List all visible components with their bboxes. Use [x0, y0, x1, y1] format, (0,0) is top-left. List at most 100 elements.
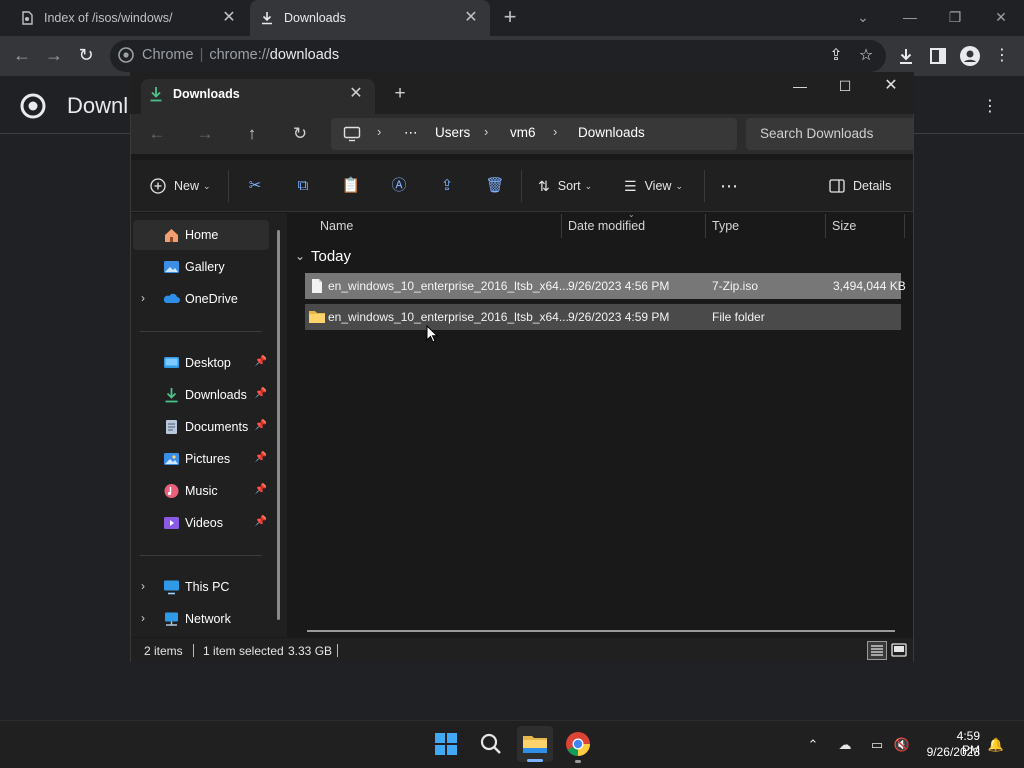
nav-item-this-pc[interactable]: › This PC: [133, 572, 269, 602]
restore-icon[interactable]: ❐: [940, 4, 970, 30]
column-header-type[interactable]: Type: [712, 219, 739, 233]
more-actions-icon[interactable]: ⋮: [980, 96, 1000, 116]
nav-item-downloads[interactable]: Downloads 📌: [133, 380, 269, 410]
share-icon[interactable]: ⇪: [824, 44, 848, 68]
group-header[interactable]: Today: [311, 248, 351, 265]
explorer-tab-label: Downloads: [173, 87, 240, 101]
new-tab-button[interactable]: +: [390, 84, 410, 104]
nav-item-onedrive[interactable]: › OneDrive: [133, 284, 269, 314]
close-icon[interactable]: ✕: [462, 9, 480, 27]
start-button[interactable]: [428, 726, 464, 762]
folder-icon: [308, 309, 326, 324]
nav-item-videos[interactable]: Videos 📌: [133, 508, 269, 538]
horizontal-scrollbar[interactable]: [307, 630, 895, 632]
this-pc-icon[interactable]: [343, 126, 361, 142]
details-view-button[interactable]: [867, 641, 887, 660]
nav-item-music[interactable]: Music 📌: [133, 476, 269, 506]
copy-icon[interactable]: ⧉: [292, 175, 314, 197]
chevron-down-icon: ⌄: [203, 180, 211, 191]
nav-item-home[interactable]: Home: [133, 220, 269, 250]
chevron-right-icon[interactable]: ›: [553, 124, 557, 139]
up-icon[interactable]: ↑: [240, 122, 264, 146]
column-divider[interactable]: [904, 214, 905, 238]
chevron-up-icon[interactable]: ⌃: [804, 736, 822, 754]
nav-pane-scrollbar[interactable]: [277, 230, 280, 620]
new-tab-button[interactable]: +: [498, 6, 522, 30]
nav-label: Music: [185, 484, 218, 498]
share-icon[interactable]: ⇪: [436, 175, 458, 197]
cut-icon[interactable]: ✂: [244, 175, 266, 197]
minimize-icon[interactable]: —: [895, 4, 925, 30]
chevron-right-icon[interactable]: ›: [484, 124, 488, 139]
close-icon[interactable]: ✕: [220, 9, 238, 27]
file-icon: [311, 278, 323, 294]
nav-item-desktop[interactable]: Desktop 📌: [133, 348, 269, 378]
column-divider[interactable]: [561, 214, 562, 238]
videos-icon: [163, 515, 180, 531]
large-icons-view-button[interactable]: [889, 641, 909, 660]
forward-icon[interactable]: →: [42, 43, 66, 67]
chevron-right-icon[interactable]: ›: [141, 611, 145, 625]
column-divider[interactable]: [705, 214, 706, 238]
column-divider[interactable]: [825, 214, 826, 238]
back-icon[interactable]: ←: [10, 43, 34, 67]
close-icon[interactable]: ✕: [986, 4, 1016, 30]
taskbar-file-explorer[interactable]: [517, 726, 553, 762]
notification-bell-icon[interactable]: 🔔: [987, 736, 1005, 754]
chevron-right-icon[interactable]: ›: [141, 579, 145, 593]
taskbar-chrome[interactable]: [560, 726, 596, 762]
column-header-size[interactable]: Size: [832, 219, 856, 233]
nav-item-gallery[interactable]: Gallery: [133, 252, 269, 282]
nav-item-network[interactable]: › Network: [133, 604, 269, 634]
chevron-down-icon[interactable]: ⌄: [295, 249, 305, 263]
new-button[interactable]: New ⌄: [150, 175, 211, 197]
more-breadcrumbs-icon[interactable]: ⋯: [404, 125, 418, 141]
this-pc-icon: [163, 579, 180, 595]
view-button[interactable]: ☰ View ⌄: [624, 175, 683, 197]
menu-kebab-icon[interactable]: ⋮: [990, 44, 1014, 68]
column-header-date[interactable]: Date modified: [568, 219, 645, 233]
delete-icon[interactable]: 🗑: [484, 175, 506, 197]
tab-search-icon[interactable]: ⌄: [848, 4, 878, 30]
breadcrumb-vm6[interactable]: vm6: [510, 125, 536, 140]
details-button[interactable]: Details: [829, 175, 891, 197]
nav-label: This PC: [185, 580, 230, 594]
reload-icon[interactable]: ↻: [74, 43, 98, 67]
file-row[interactable]: en_windows_10_enterprise_2016_ltsb_x64..…: [305, 273, 906, 299]
pictures-icon: [163, 451, 180, 467]
chrome-tab-index[interactable]: Index of /isos/windows/ ✕: [12, 0, 248, 36]
column-header-name[interactable]: Name: [320, 219, 353, 233]
chevron-right-icon[interactable]: ›: [141, 291, 145, 305]
breadcrumb-users[interactable]: Users: [435, 125, 470, 140]
rename-icon[interactable]: Ⓐ: [388, 175, 410, 197]
search-icon[interactable]: [473, 726, 509, 762]
paste-icon[interactable]: 📋: [340, 175, 362, 197]
file-row[interactable]: en_windows_10_enterprise_2016_ltsb_x64..…: [305, 304, 901, 330]
maximize-icon[interactable]: ☐: [830, 76, 860, 96]
nav-item-pictures[interactable]: Pictures 📌: [133, 444, 269, 474]
close-icon[interactable]: ✕: [346, 84, 366, 104]
sort-button[interactable]: ⇅ Sort ⌄: [538, 175, 592, 197]
downloads-icon[interactable]: [894, 44, 918, 68]
refresh-icon[interactable]: ↻: [288, 122, 312, 146]
page-favicon-icon: [20, 11, 34, 25]
nav-item-documents[interactable]: Documents 📌: [133, 412, 269, 442]
profile-avatar-icon[interactable]: [958, 44, 982, 68]
back-icon[interactable]: ←: [145, 122, 169, 146]
side-panel-icon[interactable]: [926, 44, 950, 68]
onedrive-status-icon[interactable]: ☁: [836, 736, 854, 754]
minimize-icon[interactable]: —: [785, 76, 815, 96]
forward-icon[interactable]: →: [193, 122, 217, 146]
volume-muted-icon[interactable]: 🔇: [893, 736, 911, 754]
network-status-icon[interactable]: ▭: [868, 736, 886, 754]
clock-date[interactable]: 9/26/2023: [918, 745, 980, 759]
chrome-tab-downloads[interactable]: Downloads ✕: [250, 0, 490, 36]
nav-label: Downloads: [185, 388, 247, 402]
file-name: en_windows_10_enterprise_2016_ltsb_x64..…: [328, 310, 569, 324]
close-icon[interactable]: ✕: [876, 76, 906, 96]
breadcrumb-downloads[interactable]: Downloads: [578, 125, 645, 140]
chevron-right-icon[interactable]: ›: [377, 124, 381, 139]
details-label: Details: [853, 179, 892, 193]
bookmark-star-icon[interactable]: ☆: [854, 44, 878, 68]
see-more-icon[interactable]: ⋯: [720, 175, 738, 197]
